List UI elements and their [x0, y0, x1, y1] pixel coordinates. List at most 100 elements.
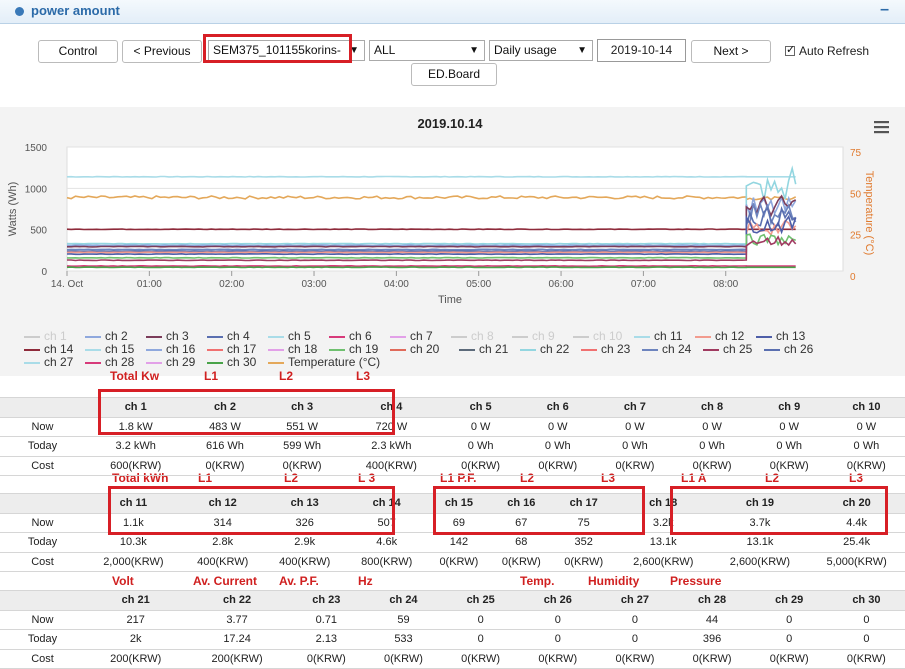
legend-item[interactable]: ch 25 — [703, 342, 752, 356]
legend-item[interactable]: ch 24 — [642, 342, 691, 356]
legend-item[interactable]: ch 19 — [329, 342, 378, 356]
legend-item[interactable]: ch 26 — [764, 342, 813, 356]
table-cell: 0(KRW) — [596, 456, 674, 476]
legend-item[interactable]: ch 2 — [85, 329, 128, 343]
legend-item[interactable]: ch 5 — [268, 329, 311, 343]
row-label: Today — [0, 532, 85, 553]
table-cell: 507 — [345, 513, 428, 533]
table-cell: 2.3 kWh — [340, 436, 443, 457]
table-cell: 0 — [596, 610, 674, 630]
legend-item[interactable]: ch 20 — [390, 342, 439, 356]
table-cell: 483 W — [186, 417, 264, 437]
legend-item[interactable]: ch 4 — [207, 329, 250, 343]
legend-swatch — [703, 348, 719, 351]
legend-item[interactable]: ch 3 — [146, 329, 189, 343]
table-header-cell: ch 22 — [186, 590, 288, 611]
table-cell: 352 — [552, 532, 615, 553]
table-cell: 2,600(KRW) — [614, 552, 712, 572]
legend-item[interactable]: ch 1 — [24, 329, 67, 343]
legend-item[interactable]: ch 13 — [756, 329, 805, 343]
row-label: Now — [0, 417, 85, 437]
auto-refresh-checkbox[interactable] — [785, 43, 795, 56]
device-select[interactable]: SEM375_101155korins- ▼ — [208, 40, 365, 61]
table-cell: 0(KRW) — [519, 649, 597, 669]
table-cell: 0 — [596, 629, 674, 650]
legend-swatch — [268, 361, 284, 364]
previous-button[interactable]: < Previous — [122, 40, 202, 63]
legend-swatch — [24, 348, 40, 351]
date-input[interactable]: 2019-10-14 — [597, 39, 686, 62]
table-header-cell: ch 16 — [490, 493, 553, 514]
table-cell: 616 Wh — [186, 436, 264, 457]
legend-item[interactable]: ch 12 — [695, 329, 744, 343]
legend-item[interactable]: ch 18 — [268, 342, 317, 356]
legend-item[interactable]: ch 15 — [85, 342, 134, 356]
legend-swatch — [459, 348, 475, 351]
y2-tick-label: 0 — [850, 272, 856, 283]
legend-item[interactable]: ch 28 — [85, 355, 134, 369]
control-button[interactable]: Control — [38, 40, 118, 63]
edboard-button[interactable]: ED.Board — [411, 63, 497, 86]
table-header-cell: ch 8 — [673, 397, 751, 418]
table-cell: 600(KRW) — [85, 456, 187, 476]
y-tick-label: 500 — [30, 226, 47, 237]
table-cell: 0 Wh — [673, 436, 751, 457]
legend-label: ch 29 — [166, 355, 196, 369]
table-cell: 44 — [673, 610, 751, 630]
table-header-cell: ch 9 — [750, 397, 828, 418]
table-cell: 396 — [673, 629, 751, 650]
legend-label: ch 15 — [105, 342, 135, 356]
x-tick-label: 01:00 — [137, 279, 162, 290]
legend-swatch — [642, 348, 658, 351]
legend-item[interactable]: ch 16 — [146, 342, 195, 356]
series-line — [66, 228, 796, 231]
legend-item[interactable]: ch 21 — [459, 342, 508, 356]
table-header-row: ch 1 ch 2 ch 3 ch 4 ch 5 ch 6 ch 7 ch 8 ch 9 ch 1… — [0, 397, 905, 418]
legend-item[interactable]: ch 6 — [329, 329, 372, 343]
legend-swatch — [390, 335, 406, 338]
table-cell: 400(KRW) — [340, 456, 443, 476]
table-cell: 2.9k — [263, 532, 346, 553]
collapse-icon[interactable]: – — [880, 1, 889, 19]
table-cell: 0 W — [442, 417, 520, 437]
next-button[interactable]: Next > — [691, 40, 771, 63]
legend-item[interactable]: ch 27 — [24, 355, 73, 369]
table-row: Now 217 3.77 0.71 59 0 0 0 44 0 0 — [0, 610, 905, 630]
legend-swatch — [520, 348, 536, 351]
legend-label: ch 6 — [349, 329, 372, 343]
table-cell: 800(KRW) — [345, 552, 428, 572]
legend-item[interactable]: Temperature (°C) — [268, 355, 380, 369]
legend-swatch — [329, 348, 345, 351]
legend-item[interactable]: ch 10 — [573, 329, 622, 343]
legend-item[interactable]: ch 29 — [146, 355, 195, 369]
chevron-down-icon: ▼ — [469, 45, 479, 56]
legend-item[interactable]: ch 7 — [390, 329, 433, 343]
annotation-label: Hz — [358, 574, 373, 588]
legend-item[interactable]: ch 30 — [207, 355, 256, 369]
legend-label: ch 28 — [105, 355, 135, 369]
table-cell: 0(KRW) — [827, 456, 905, 476]
channel-table: ch 21 ch 22 ch 23 ch 24 ch 25 ch 26 ch 27 ch 28… — [0, 590, 905, 669]
legend-item[interactable]: ch 9 — [512, 329, 555, 343]
annotation-label: Humidity — [588, 574, 640, 588]
table-cell: 0(KRW) — [519, 456, 597, 476]
legend-item[interactable]: ch 23 — [581, 342, 630, 356]
table-cell: 0 — [519, 610, 597, 630]
table-cell: 13.1k — [711, 532, 809, 553]
hamburger-icon[interactable] — [874, 121, 889, 134]
legend-swatch — [24, 361, 40, 364]
table-row: Cost 600(KRW) 0(KRW) 0(KRW) 400(KRW) 0(KRW) 0(… — [0, 456, 905, 476]
legend-item[interactable]: ch 14 — [24, 342, 73, 356]
legend-item[interactable]: ch 11 — [634, 329, 682, 343]
legend-swatch — [146, 348, 162, 351]
annotation-label: Av. P.F. — [279, 574, 319, 588]
table-header-cell — [0, 493, 85, 514]
table-row: Today 3.2 kWh 616 Wh 599 Wh 2.3 kWh 0 Wh 0 Wh 0… — [0, 436, 905, 457]
mode-select[interactable]: Daily usage ▼ — [489, 40, 593, 61]
channel-select[interactable]: ALL ▼ — [369, 40, 485, 61]
row-label: Cost — [0, 456, 85, 476]
table-cell: 0 — [827, 610, 905, 630]
legend-item[interactable]: ch 8 — [451, 329, 494, 343]
legend-item[interactable]: ch 22 — [520, 342, 569, 356]
legend-item[interactable]: ch 17 — [207, 342, 256, 356]
